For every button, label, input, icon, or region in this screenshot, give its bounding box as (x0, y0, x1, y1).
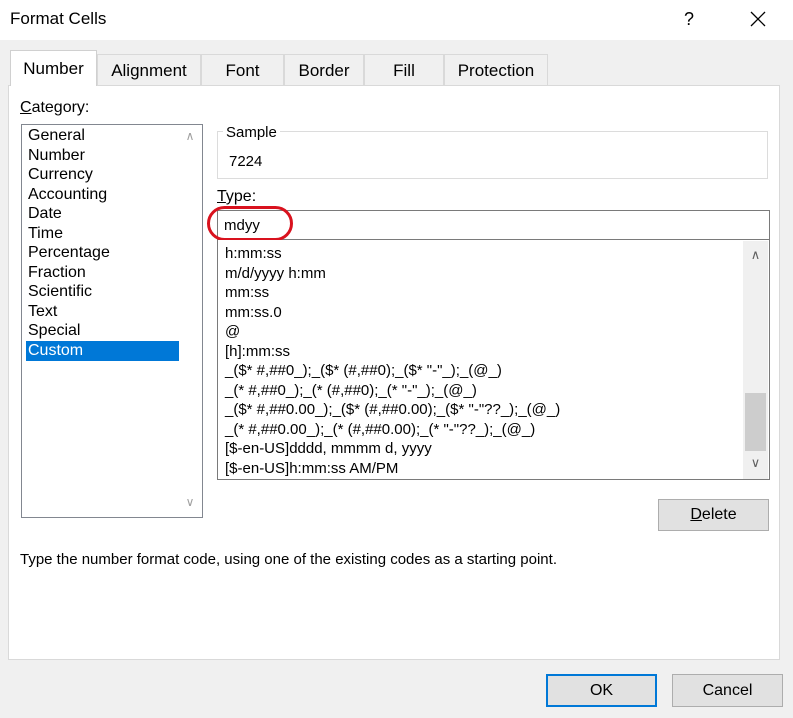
chevron-up-icon[interactable]: ∧ (179, 129, 201, 143)
dialog-title: Format Cells (10, 9, 107, 28)
format-item[interactable]: h:mm:ss (225, 244, 282, 263)
category-item-custom[interactable]: Custom (26, 340, 180, 361)
type-label-accesskey: T (217, 188, 226, 205)
format-item[interactable]: _($* #,##0.00_);_($* (#,##0.00);_($* "-"… (225, 400, 560, 419)
chevron-down-icon[interactable]: ∨ (743, 455, 768, 471)
sample-label: Sample (223, 124, 280, 141)
format-item[interactable]: m/d/yyyy h:mm (225, 264, 326, 283)
format-item[interactable]: _(* #,##0.00_);_(* (#,##0.00);_(* "-"??_… (225, 420, 535, 439)
category-item-fraction[interactable]: Fraction (26, 263, 180, 283)
category-item-percentage[interactable]: Percentage (26, 243, 180, 263)
close-icon (750, 11, 766, 27)
tab-number[interactable]: Number (10, 50, 97, 86)
format-item[interactable]: mm:ss (225, 283, 269, 302)
category-item-special[interactable]: Special (26, 321, 180, 341)
scrollbar-thumb[interactable] (745, 393, 766, 451)
delete-button[interactable]: Delete (658, 499, 769, 531)
help-button[interactable]: ? (674, 3, 704, 35)
format-item[interactable]: [h]:mm:ss (225, 342, 290, 361)
ok-button[interactable]: OK (546, 674, 657, 707)
close-button[interactable] (740, 3, 776, 35)
delete-accesskey: D (690, 506, 702, 523)
category-label-accesskey: C (20, 99, 32, 116)
help-text: Type the number format code, using one o… (20, 551, 557, 568)
chevron-up-icon[interactable]: ∧ (743, 247, 768, 263)
category-item-time[interactable]: Time (26, 224, 180, 244)
category-item-scientific[interactable]: Scientific (26, 282, 180, 302)
format-item[interactable]: _(* #,##0_);_(* (#,##0);_(* "-"_);_(@_) (225, 381, 477, 400)
chevron-down-icon[interactable]: ∨ (179, 495, 201, 509)
category-label: Category: (20, 99, 89, 117)
category-item-accounting[interactable]: Accounting (26, 185, 180, 205)
category-item-currency[interactable]: Currency (26, 165, 180, 185)
tab-fill[interactable]: Fill (364, 54, 444, 85)
category-item-text[interactable]: Text (26, 302, 180, 322)
delete-label: elete (701, 506, 737, 523)
sample-group (217, 131, 768, 179)
cancel-button[interactable]: Cancel (672, 674, 783, 707)
format-item[interactable]: @ (225, 322, 240, 341)
category-label-text: ategory: (31, 99, 90, 116)
format-item[interactable]: [$-en-US]dddd, mmmm d, yyyy (225, 439, 432, 458)
type-input[interactable] (217, 210, 770, 240)
tab-alignment[interactable]: Alignment (97, 54, 201, 85)
category-scrollbar[interactable]: ∧ ∨ (179, 125, 201, 517)
category-list[interactable]: General Number Currency Accounting Date … (21, 124, 203, 518)
category-item-number[interactable]: Number (26, 146, 180, 166)
type-label-text: ype: (225, 188, 257, 205)
format-item[interactable]: mm:ss.0 (225, 303, 282, 322)
tab-protection[interactable]: Protection (444, 54, 548, 85)
category-item-date[interactable]: Date (26, 204, 180, 224)
format-code-list[interactable]: h:mm:ss m/d/yyyy h:mm mm:ss mm:ss.0 @ [h… (217, 240, 770, 480)
tab-font[interactable]: Font (201, 54, 284, 85)
type-label: Type: (217, 188, 256, 206)
tab-border[interactable]: Border (284, 54, 364, 85)
sample-value: 7224 (229, 153, 263, 170)
category-item-general[interactable]: General (26, 126, 180, 146)
format-item[interactable]: [$-en-US]h:mm:ss AM/PM (225, 459, 398, 478)
format-item[interactable]: _($* #,##0_);_($* (#,##0);_($* "-"_);_(@… (225, 361, 502, 380)
